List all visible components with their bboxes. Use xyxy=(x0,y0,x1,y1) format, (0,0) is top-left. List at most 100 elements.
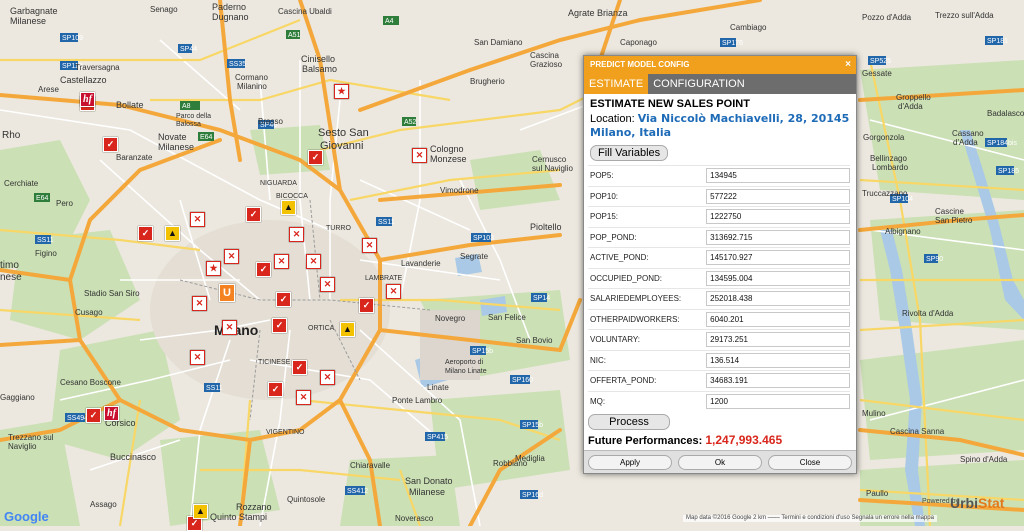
svg-text:Rivolta d'Adda: Rivolta d'Adda xyxy=(902,309,954,318)
variable-label: OFFERTA_POND: xyxy=(590,376,657,386)
variable-input[interactable] xyxy=(706,332,850,348)
map-canvas[interactable]: A4 A8 A52 A51 E64 E64 SS11 SS11 SS11 SS3… xyxy=(0,0,1024,526)
svg-text:Caponago: Caponago xyxy=(620,38,657,47)
store-marker-icon[interactable]: ✓ xyxy=(86,408,101,423)
svg-text:nese: nese xyxy=(0,272,22,283)
svg-text:Quinto Stampi: Quinto Stampi xyxy=(210,512,267,522)
svg-text:sul Naviglio: sul Naviglio xyxy=(532,164,573,173)
variable-label: OCCUPIED_POND: xyxy=(590,273,663,283)
store-marker-icon[interactable]: ✓ xyxy=(246,207,261,222)
svg-text:Pozzo d'Adda: Pozzo d'Adda xyxy=(862,13,912,22)
map-attribution[interactable]: Map data ©2016 Google 2 km ⎯⎯⎯⎯ Termini … xyxy=(683,515,937,522)
competitor-marker-icon[interactable]: ✕ xyxy=(190,350,205,365)
store-marker-icon[interactable]: ✓ xyxy=(272,318,287,333)
variable-input[interactable] xyxy=(706,352,850,368)
competitor-marker-icon[interactable]: ✕ xyxy=(190,212,205,227)
variable-input[interactable] xyxy=(706,250,850,266)
competitor-marker-icon[interactable]: ✕ xyxy=(306,254,321,269)
competitor-marker-icon[interactable]: ▲ xyxy=(193,504,208,519)
competitor-marker-icon[interactable]: ▲ xyxy=(340,322,355,337)
svg-text:SP90: SP90 xyxy=(926,256,943,263)
svg-text:Parco della: Parco della xyxy=(176,113,211,120)
tab-estimate[interactable]: ESTIMATE xyxy=(584,74,649,94)
variable-input[interactable] xyxy=(706,311,850,327)
variable-input[interactable] xyxy=(706,291,850,307)
variable-input[interactable] xyxy=(706,270,850,286)
close-button[interactable]: Close xyxy=(768,454,852,470)
svg-text:SP181: SP181 xyxy=(987,38,1008,45)
close-icon[interactable]: × xyxy=(845,56,851,74)
competitor-marker-icon[interactable]: ✕ xyxy=(320,277,335,292)
svg-text:Linate: Linate xyxy=(427,383,449,392)
store-marker-icon[interactable]: ✓ xyxy=(268,382,283,397)
competitor-marker-icon[interactable]: ✕ xyxy=(222,320,237,335)
competitor-marker-icon[interactable]: ✕ xyxy=(362,238,377,253)
svg-text:Groppello: Groppello xyxy=(896,93,931,102)
svg-text:SP525: SP525 xyxy=(870,58,891,65)
variable-input[interactable] xyxy=(706,188,850,204)
svg-text:SP14: SP14 xyxy=(533,295,550,302)
brand-part-b: Stat xyxy=(978,495,1005,511)
hf-store-marker-icon[interactable]: hf xyxy=(104,406,119,421)
apply-button[interactable]: Apply xyxy=(588,454,672,470)
store-marker-icon[interactable]: ✓ xyxy=(308,150,323,165)
star-marker-icon[interactable]: ★ xyxy=(334,84,349,99)
tab-configuration[interactable]: CONFIGURATION xyxy=(648,74,856,94)
svg-text:SS11: SS11 xyxy=(378,219,395,226)
competitor-marker-icon[interactable]: ▲ xyxy=(281,200,296,215)
variable-row: POP15: xyxy=(588,206,850,227)
variable-input[interactable] xyxy=(706,393,850,409)
variable-input[interactable] xyxy=(706,168,850,184)
competitor-marker-icon[interactable]: ✕ xyxy=(274,254,289,269)
variable-label: POP_POND: xyxy=(590,232,637,242)
competitor-marker-icon[interactable]: ✕ xyxy=(289,227,304,242)
store-marker-icon[interactable]: ✓ xyxy=(292,360,307,375)
svg-text:Monzese: Monzese xyxy=(430,154,467,164)
svg-text:Pioltello: Pioltello xyxy=(530,222,562,232)
store-marker-icon[interactable]: ✓ xyxy=(276,292,291,307)
hf-store-marker-icon[interactable]: hf xyxy=(80,92,95,107)
svg-text:Spino d'Adda: Spino d'Adda xyxy=(960,455,1008,464)
svg-text:Cerchiate: Cerchiate xyxy=(4,179,39,188)
variable-input[interactable] xyxy=(706,209,850,225)
svg-text:SP185: SP185 xyxy=(998,168,1019,175)
competitor-marker-icon[interactable]: ✕ xyxy=(386,284,401,299)
svg-text:Cascina Ubaldi: Cascina Ubaldi xyxy=(278,7,332,16)
process-button[interactable]: Process xyxy=(588,414,670,430)
store-marker-icon[interactable]: ✓ xyxy=(138,226,153,241)
svg-text:Cinisello: Cinisello xyxy=(301,54,335,64)
svg-text:d'Adda: d'Adda xyxy=(898,102,923,111)
svg-text:SP160: SP160 xyxy=(512,377,533,384)
svg-text:Figino: Figino xyxy=(35,249,57,258)
variable-label: OTHERPAIDWORKERS: xyxy=(590,314,680,324)
svg-text:San Pietro: San Pietro xyxy=(935,216,973,225)
star-marker-icon[interactable]: ★ xyxy=(206,261,221,276)
fill-variables-button[interactable]: Fill Variables xyxy=(590,145,669,161)
competitor-marker-icon[interactable]: ✕ xyxy=(412,148,427,163)
predict-model-config-dialog: PREDICT MODEL CONFIG × ESTIMATE CONFIGUR… xyxy=(583,55,857,474)
ok-button[interactable]: Ok xyxy=(678,454,762,470)
store-marker-icon[interactable]: ✓ xyxy=(256,262,271,277)
dialog-title-bar[interactable]: PREDICT MODEL CONFIG × xyxy=(584,56,856,74)
competitor-marker-icon[interactable]: ✕ xyxy=(224,249,239,264)
svg-text:Dugnano: Dugnano xyxy=(212,12,249,22)
store-marker-icon[interactable]: ✓ xyxy=(359,298,374,313)
competitor-marker-icon[interactable]: ✕ xyxy=(296,390,311,405)
competitor-marker-icon[interactable]: ▲ xyxy=(165,226,180,241)
section-heading: ESTIMATE NEW SALES POINT xyxy=(590,98,750,110)
variable-input[interactable] xyxy=(706,229,850,245)
svg-text:Agrate Brianza: Agrate Brianza xyxy=(568,8,628,18)
svg-text:SS11: SS11 xyxy=(206,385,223,392)
variable-row: VOLUNTARY: xyxy=(588,329,850,350)
competitor-marker-icon[interactable]: ✕ xyxy=(192,296,207,311)
svg-text:A51: A51 xyxy=(288,32,301,39)
u-marker-icon[interactable]: U xyxy=(219,284,235,302)
svg-text:Milanino: Milanino xyxy=(237,82,267,91)
store-marker-icon[interactable]: ✓ xyxy=(103,137,118,152)
svg-text:Traversagna: Traversagna xyxy=(75,63,120,72)
svg-text:Cassano: Cassano xyxy=(952,129,984,138)
svg-text:Bellinzago: Bellinzago xyxy=(870,154,907,163)
svg-text:Milano Linate: Milano Linate xyxy=(445,368,487,375)
competitor-marker-icon[interactable]: ✕ xyxy=(320,370,335,385)
variable-input[interactable] xyxy=(706,373,850,389)
